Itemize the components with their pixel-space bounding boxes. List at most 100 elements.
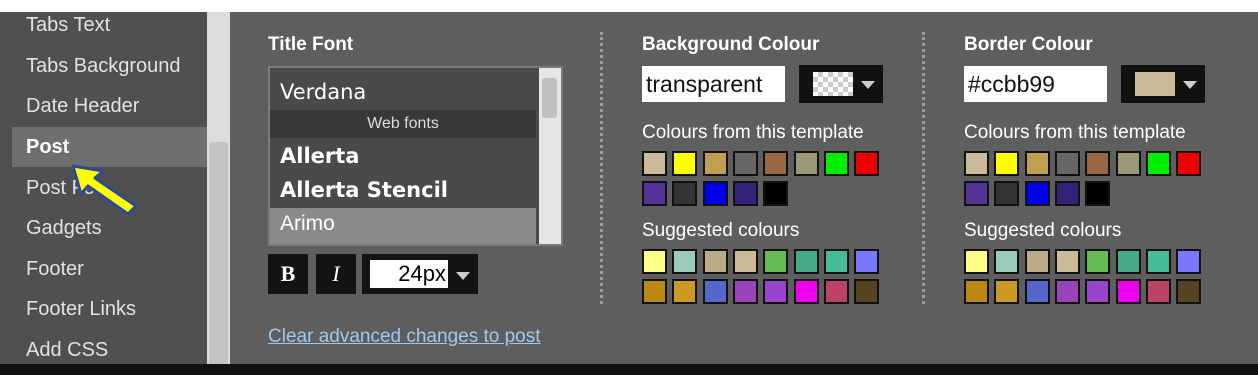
border-template-swatch[interactable] bbox=[994, 151, 1020, 176]
background-template-swatch[interactable] bbox=[642, 181, 667, 206]
border-suggested-swatch[interactable] bbox=[1145, 279, 1171, 304]
border-suggested-swatch[interactable] bbox=[1145, 249, 1171, 274]
background-template-swatch[interactable] bbox=[763, 181, 789, 206]
border-suggested-swatch[interactable] bbox=[1054, 249, 1080, 274]
background-suggested-swatch[interactable] bbox=[732, 279, 758, 304]
sidebar-item-tabs-background[interactable]: Tabs Background bbox=[26, 55, 181, 78]
clear-advanced-changes-link[interactable]: Clear advanced changes to post bbox=[268, 326, 541, 348]
chevron-down-icon bbox=[1183, 81, 1197, 89]
background-colour-input[interactable]: transparent bbox=[642, 66, 785, 102]
border-suggested-swatch[interactable] bbox=[1085, 249, 1111, 274]
border-suggested-swatch[interactable] bbox=[994, 279, 1020, 304]
border-colour-heading: Border Colour bbox=[964, 34, 1093, 55]
background-colour-heading: Background Colour bbox=[642, 34, 820, 55]
bold-button[interactable]: B bbox=[268, 254, 308, 294]
background-template-swatch[interactable] bbox=[793, 151, 819, 176]
background-template-swatch[interactable] bbox=[732, 151, 758, 176]
background-suggested-swatch[interactable] bbox=[702, 249, 728, 274]
background-template-swatch[interactable] bbox=[642, 151, 667, 176]
border-suggested-swatch[interactable] bbox=[1176, 279, 1202, 304]
background-colour-preview bbox=[813, 72, 853, 96]
chevron-down-icon bbox=[861, 81, 875, 89]
background-suggested-colours-label: Suggested colours bbox=[642, 220, 800, 241]
border-colour-preview bbox=[1135, 72, 1175, 96]
background-suggested-swatch[interactable] bbox=[763, 279, 789, 304]
border-template-swatch[interactable] bbox=[1024, 181, 1050, 206]
border-template-swatch[interactable] bbox=[964, 181, 989, 206]
border-suggested-swatch[interactable] bbox=[1085, 279, 1111, 304]
border-suggested-swatch[interactable] bbox=[1054, 279, 1080, 304]
sidebar-item-footer-links[interactable]: Footer Links bbox=[26, 298, 136, 321]
chevron-down-icon bbox=[456, 272, 470, 280]
sidebar: Tabs Text Tabs Background Date Header Po… bbox=[0, 12, 207, 364]
background-template-swatch[interactable] bbox=[763, 151, 789, 176]
background-template-swatch[interactable] bbox=[702, 151, 728, 176]
background-colour-picker-button[interactable] bbox=[799, 65, 883, 103]
sidebar-item-date-header[interactable]: Date Header bbox=[26, 95, 139, 118]
font-list[interactable]: Verdana Web fonts Allerta Allerta Stenci… bbox=[268, 66, 563, 246]
font-option-verdana[interactable]: Verdana bbox=[280, 80, 366, 104]
background-template-swatch[interactable] bbox=[823, 151, 849, 176]
border-template-swatch[interactable] bbox=[1085, 151, 1111, 176]
font-size-select[interactable]: 24px bbox=[362, 254, 478, 294]
background-suggested-swatch[interactable] bbox=[823, 279, 849, 304]
background-suggested-swatch[interactable] bbox=[642, 279, 667, 304]
border-suggested-swatch[interactable] bbox=[1115, 279, 1141, 304]
background-template-swatch[interactable] bbox=[854, 151, 880, 176]
background-suggested-swatch[interactable] bbox=[793, 279, 819, 304]
sidebar-scrollbar-thumb[interactable] bbox=[209, 142, 228, 367]
font-option-arimo[interactable]: Arimo bbox=[280, 212, 335, 236]
background-template-swatch[interactable] bbox=[702, 181, 728, 206]
border-suggested-swatch[interactable] bbox=[1176, 249, 1202, 274]
font-list-scrollbar[interactable] bbox=[539, 68, 561, 244]
font-option-allerta-stencil[interactable]: Allerta Stencil bbox=[280, 178, 448, 202]
border-template-swatch[interactable] bbox=[1054, 181, 1080, 206]
font-option-allerta[interactable]: Allerta bbox=[280, 144, 359, 168]
border-suggested-swatch[interactable] bbox=[964, 249, 989, 274]
annotation-arrow-icon bbox=[71, 164, 138, 216]
column-divider bbox=[600, 32, 603, 304]
background-suggested-swatch[interactable] bbox=[672, 249, 698, 274]
background-suggested-swatch[interactable] bbox=[702, 279, 728, 304]
background-suggested-swatch[interactable] bbox=[642, 249, 667, 274]
border-template-swatch[interactable] bbox=[1176, 151, 1202, 176]
border-suggested-swatch[interactable] bbox=[1024, 279, 1050, 304]
background-suggested-swatch[interactable] bbox=[763, 249, 789, 274]
background-suggested-swatch[interactable] bbox=[732, 249, 758, 274]
border-template-swatch[interactable] bbox=[964, 151, 989, 176]
border-template-colours-label: Colours from this template bbox=[964, 122, 1186, 143]
background-suggested-swatch[interactable] bbox=[793, 249, 819, 274]
sidebar-item-add-css[interactable]: Add CSS bbox=[26, 339, 108, 362]
background-suggested-swatch[interactable] bbox=[672, 279, 698, 304]
border-colour-input[interactable]: #ccbb99 bbox=[964, 66, 1107, 102]
background-template-swatch[interactable] bbox=[732, 181, 758, 206]
font-size-value[interactable]: 24px bbox=[370, 260, 448, 288]
border-template-swatch[interactable] bbox=[1054, 151, 1080, 176]
bottom-bar bbox=[0, 364, 1258, 375]
border-suggested-swatch[interactable] bbox=[994, 249, 1020, 274]
sidebar-item-gadgets[interactable]: Gadgets bbox=[26, 217, 102, 240]
italic-button[interactable]: I bbox=[316, 254, 356, 294]
sidebar-item-tabs-text[interactable]: Tabs Text bbox=[26, 14, 110, 37]
sidebar-item-footer[interactable]: Footer bbox=[26, 258, 84, 281]
background-suggested-swatch[interactable] bbox=[854, 249, 880, 274]
border-suggested-swatch[interactable] bbox=[964, 279, 989, 304]
post-settings-panel: Title Font Verdana Web fonts Allerta All… bbox=[230, 12, 1258, 364]
border-template-swatch[interactable] bbox=[1145, 151, 1171, 176]
border-colour-picker-button[interactable] bbox=[1121, 65, 1205, 103]
background-template-swatch[interactable] bbox=[672, 151, 698, 176]
web-fonts-header: Web fonts bbox=[270, 110, 536, 138]
sidebar-item-post[interactable]: Post bbox=[26, 136, 69, 159]
background-suggested-swatch[interactable] bbox=[854, 279, 880, 304]
border-template-swatch[interactable] bbox=[1024, 151, 1050, 176]
border-template-swatch[interactable] bbox=[994, 181, 1020, 206]
background-template-swatch[interactable] bbox=[672, 181, 698, 206]
font-list-scrollbar-thumb[interactable] bbox=[542, 78, 557, 118]
background-suggested-swatch[interactable] bbox=[823, 249, 849, 274]
border-template-swatch[interactable] bbox=[1115, 151, 1141, 176]
column-divider bbox=[922, 32, 925, 304]
border-template-swatch[interactable] bbox=[1085, 181, 1111, 206]
border-suggested-swatch[interactable] bbox=[1024, 249, 1050, 274]
border-suggested-swatch[interactable] bbox=[1115, 249, 1141, 274]
sidebar-scrollbar[interactable] bbox=[207, 12, 230, 367]
